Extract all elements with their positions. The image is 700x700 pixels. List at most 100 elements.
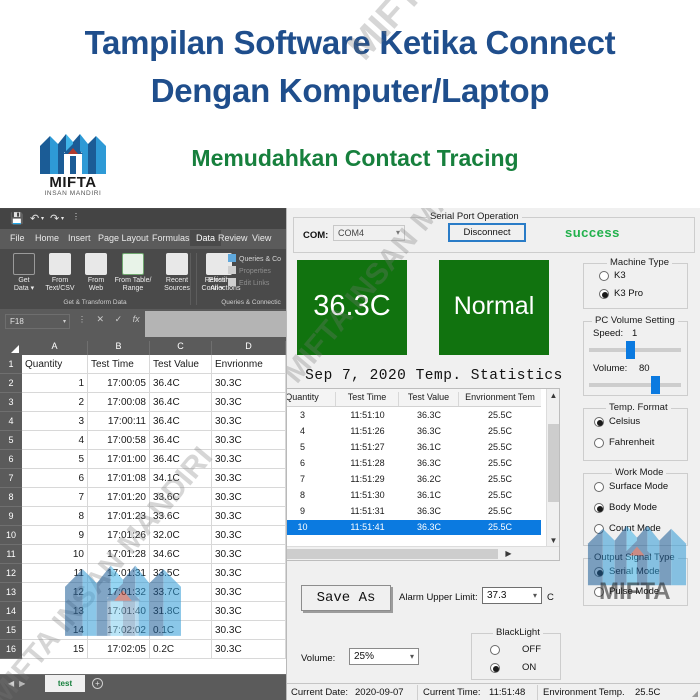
sheet-tab-bar[interactable]: ◀▶ test + <box>0 674 286 693</box>
row-header[interactable]: 5 <box>0 431 22 450</box>
sheet-nav-icons[interactable]: ◀▶ <box>8 679 30 688</box>
pc-volume-slider[interactable] <box>589 376 681 394</box>
table-cell[interactable]: 14 <box>22 621 88 640</box>
ribbon[interactable]: Get Data ▾ From Text/CSV From Web From T… <box>0 249 286 309</box>
table-cell[interactable]: 30.3C <box>212 488 286 507</box>
save-icon[interactable]: 💾 <box>10 212 24 225</box>
resize-grip-icon[interactable]: ◢ <box>692 689 698 698</box>
table-cell[interactable]: 36.3C <box>399 425 459 438</box>
chevron-down-icon[interactable]: ▾ <box>533 591 537 600</box>
formula-bar-icons[interactable]: ⋮ ✕ ✓ fx <box>78 314 140 325</box>
com-port-select[interactable]: COM4 ▾ <box>333 225 405 241</box>
disconnect-button[interactable]: Disconnect <box>448 223 526 242</box>
table-cell[interactable]: 30.3C <box>212 450 286 469</box>
table-cell[interactable]: 25.5C <box>459 425 541 438</box>
table-cell[interactable]: 30.3C <box>212 640 286 659</box>
ribbon-tab-page-layout[interactable]: Page Layout <box>98 233 149 243</box>
expand-icon[interactable]: ⋮ <box>78 315 86 324</box>
chevron-down-icon[interactable]: ▾ <box>410 652 414 661</box>
row-header[interactable]: 13 <box>0 583 22 602</box>
table-cell[interactable]: 3 <box>22 412 88 431</box>
alarm-upper-limit-select[interactable]: 37.3 ▾ <box>482 587 542 604</box>
ribbon-tab-data[interactable]: Data <box>190 230 222 246</box>
table-cell[interactable]: 30.3C <box>212 507 286 526</box>
table-cell[interactable]: 11 <box>22 564 88 583</box>
row-header[interactable]: 12 <box>0 564 22 583</box>
table-row[interactable]: 5 11:51:27 36.1C 25.5C <box>287 440 541 455</box>
statistics-panel[interactable]: Quantity Test Time Test Value Envrionmen… <box>287 388 560 561</box>
table-cell[interactable]: 36.4C <box>150 393 212 412</box>
table-cell[interactable]: 25.5C <box>459 409 541 422</box>
table-cell[interactable]: 17:00:08 <box>88 393 150 412</box>
ribbon-queries-list[interactable]: Queries & Co Properties Edit Links <box>228 254 281 290</box>
table-cell[interactable]: 7 <box>22 488 88 507</box>
row-header[interactable]: 16 <box>0 640 22 659</box>
column-header-b[interactable]: B <box>88 341 150 355</box>
table-cell[interactable]: 11:51:27 <box>336 441 399 454</box>
table-cell[interactable]: 8 <box>287 489 336 502</box>
table-row[interactable]: 6 11:51:28 36.3C 25.5C <box>287 456 541 471</box>
cell-c1[interactable]: Test Value <box>150 355 212 374</box>
table-row[interactable]: 8 11:51:30 36.1C 25.5C <box>287 488 541 503</box>
volume-select[interactable]: 25% ▾ <box>349 648 419 665</box>
stats-col-quantity[interactable]: Quantity <box>287 392 336 406</box>
table-cell[interactable]: 36.2C <box>399 473 459 486</box>
table-cell[interactable]: 32.0C <box>150 526 212 545</box>
horizontal-scroll-thumb[interactable] <box>287 549 498 559</box>
table-cell[interactable]: 33.6C <box>150 507 212 526</box>
redo-dropdown-icon[interactable]: ▾ <box>61 215 64 222</box>
table-row[interactable]: 3 11:51:10 36.3C 25.5C <box>287 408 541 423</box>
ribbon-tab-view[interactable]: View <box>252 233 271 243</box>
stats-col-test-value[interactable]: Test Value <box>399 392 459 406</box>
table-cell[interactable]: 17:02:02 <box>88 621 150 640</box>
table-cell[interactable]: 25.5C <box>459 473 541 486</box>
table-cell[interactable]: 25.5C <box>459 521 541 534</box>
chevron-down-icon[interactable]: ▾ <box>63 318 66 325</box>
table-cell[interactable]: 30.3C <box>212 602 286 621</box>
cell-b1[interactable]: Test Time <box>88 355 150 374</box>
select-all-corner[interactable] <box>0 339 22 355</box>
statistics-vertical-scrollbar[interactable]: ▲ ▼ <box>546 389 559 547</box>
table-cell[interactable]: 17:01:32 <box>88 583 150 602</box>
save-as-button[interactable]: Save As <box>301 585 391 611</box>
table-cell[interactable]: 30.3C <box>212 374 286 393</box>
stats-col-test-time[interactable]: Test Time <box>336 392 399 406</box>
pc-volume-slider-thumb[interactable] <box>651 376 661 394</box>
table-cell[interactable]: 17:01:40 <box>88 602 150 621</box>
table-cell[interactable]: 30.3C <box>212 564 286 583</box>
chevron-down-icon[interactable]: ▾ <box>396 228 400 237</box>
table-cell[interactable]: 15 <box>22 640 88 659</box>
table-cell[interactable]: 9 <box>22 526 88 545</box>
column-header-a[interactable]: A <box>22 341 88 355</box>
table-cell[interactable]: 17:01:23 <box>88 507 150 526</box>
table-cell[interactable]: 36.4C <box>150 412 212 431</box>
table-cell[interactable]: 30.3C <box>212 431 286 450</box>
stats-col-env-temp[interactable]: Envrionment Tem <box>459 392 541 406</box>
row-header[interactable]: 6 <box>0 450 22 469</box>
table-cell[interactable]: 2 <box>22 393 88 412</box>
table-cell[interactable]: 11:51:41 <box>336 521 399 534</box>
cell-d1[interactable]: Envrionme <box>212 355 286 374</box>
table-cell[interactable]: 11:51:31 <box>336 505 399 518</box>
ribbon-item-queries-and-connections[interactable]: Queries & Co <box>228 254 281 266</box>
table-cell[interactable]: 6 <box>22 469 88 488</box>
table-cell[interactable]: 17:01:26 <box>88 526 150 545</box>
row-header[interactable]: 1 <box>0 355 22 374</box>
table-cell[interactable]: 12 <box>22 583 88 602</box>
table-cell[interactable]: 36.4C <box>150 374 212 393</box>
table-cell[interactable]: 30.3C <box>212 469 286 488</box>
more-icon[interactable]: ⋮ <box>72 212 80 221</box>
table-cell[interactable]: 25.5C <box>459 457 541 470</box>
redo-icon[interactable]: ↷ <box>50 212 59 225</box>
table-cell[interactable]: 33.5C <box>150 564 212 583</box>
table-cell[interactable]: 11:51:30 <box>336 489 399 502</box>
table-cell[interactable]: 34.1C <box>150 469 212 488</box>
ribbon-button-from-table-range[interactable]: From Table/ Range <box>109 253 157 293</box>
ribbon-tab-review[interactable]: Review <box>218 233 248 243</box>
table-cell[interactable]: 36.4C <box>150 450 212 469</box>
row-header[interactable]: 4 <box>0 412 22 431</box>
ribbon-tab-home[interactable]: Home <box>35 233 59 243</box>
table-cell[interactable]: 30.3C <box>212 621 286 640</box>
undo-dropdown-icon[interactable]: ▾ <box>41 215 44 222</box>
table-cell[interactable]: 13 <box>22 602 88 621</box>
